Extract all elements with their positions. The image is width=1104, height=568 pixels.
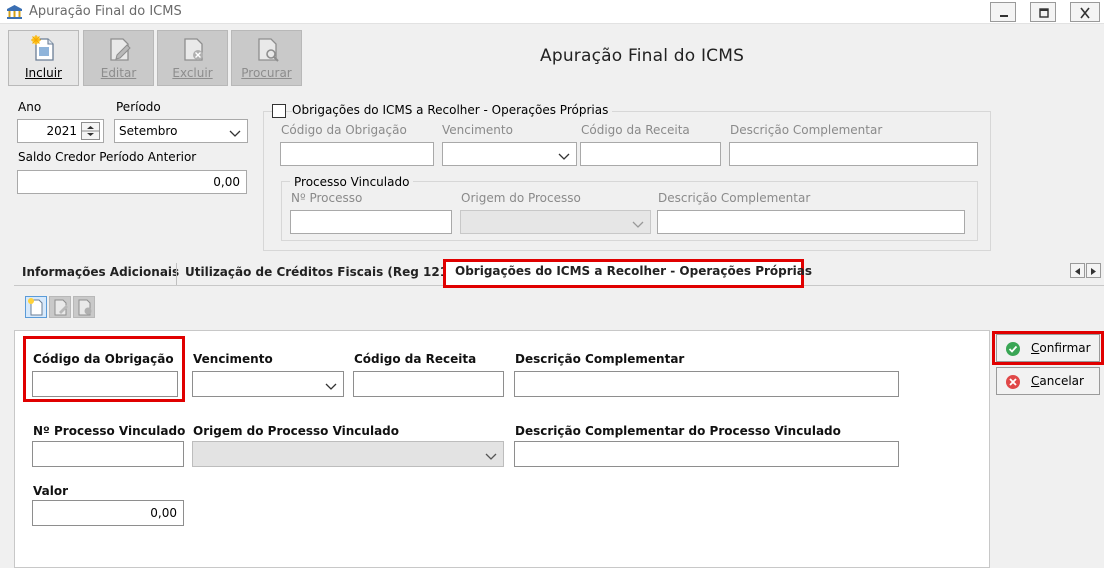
mini-edit-button[interactable] xyxy=(49,296,71,318)
saldo-value: 0,00 xyxy=(213,175,240,189)
processo-origem-select[interactable] xyxy=(460,210,651,234)
ano-value: 2021 xyxy=(46,124,77,138)
procurar-label: Procurar xyxy=(241,66,292,80)
descricao-processo-input[interactable] xyxy=(514,441,899,467)
chevron-down-icon xyxy=(325,380,337,394)
periodo-label: Período xyxy=(116,100,161,114)
window-title: Apuração Final do ICMS xyxy=(29,4,182,19)
processo-origem-label: Origem do Processo xyxy=(461,191,581,205)
cancelar-button[interactable]: Cancelar xyxy=(996,367,1100,395)
confirmar-label-rest: onfirmar xyxy=(1039,341,1091,355)
chevron-down-icon xyxy=(632,218,644,232)
tab-obrigacoes[interactable]: Obrigações do ICMS a Recolher - Operaçõe… xyxy=(455,264,812,278)
obrigacoes-checkbox[interactable] xyxy=(272,104,286,118)
chevron-down-icon xyxy=(229,127,241,141)
mini-delete-button[interactable] xyxy=(73,296,95,318)
tab-utilizacao-creditos[interactable]: Utilização de Créditos Fiscais (Reg 1210… xyxy=(185,265,462,279)
descricao-processo-label: Descrição Complementar do Processo Vincu… xyxy=(515,424,841,438)
vencimento-label: Vencimento xyxy=(193,352,273,366)
chevron-down-icon xyxy=(485,450,497,464)
editar-label: Editar xyxy=(100,66,137,80)
descricao-label-top: Descrição Complementar xyxy=(730,123,883,137)
excluir-button[interactable]: Excluir xyxy=(157,30,228,86)
processo-descricao-input[interactable] xyxy=(657,210,965,234)
check-circle-icon xyxy=(1005,341,1021,360)
confirmar-label: Confirmar xyxy=(1031,341,1091,355)
maximize-button[interactable] xyxy=(1030,2,1056,22)
editar-button[interactable]: Editar xyxy=(83,30,154,86)
minimize-button[interactable] xyxy=(990,2,1016,22)
cancelar-label-rest: ancelar xyxy=(1039,374,1084,388)
confirmar-button[interactable]: Confirmar xyxy=(996,334,1100,362)
mini-new-button[interactable] xyxy=(25,296,47,318)
tab-separator xyxy=(176,263,177,285)
vencimento-select-top[interactable] xyxy=(442,142,577,166)
processo-numero-input[interactable] xyxy=(290,210,452,234)
delete-document-icon xyxy=(179,35,207,63)
vencimento-label-top: Vencimento xyxy=(442,123,513,137)
processo-group-title: Processo Vinculado xyxy=(290,175,414,189)
valor-value: 0,00 xyxy=(150,506,177,520)
processo-vinculado-label: Nº Processo Vinculado xyxy=(33,424,186,438)
valor-label: Valor xyxy=(33,484,69,498)
processo-vinculado-input[interactable] xyxy=(32,441,184,467)
main-toolbar: Incluir Editar Excluir Procurar Apuração… xyxy=(0,24,1104,90)
app-building-icon xyxy=(6,4,23,20)
vencimento-select[interactable] xyxy=(192,371,344,397)
title-bar: Apuração Final do ICMS xyxy=(0,0,1104,24)
descricao-input-top[interactable] xyxy=(729,142,978,166)
processo-descricao-label: Descrição Complementar xyxy=(658,191,811,205)
page-title: Apuração Final do ICMS xyxy=(540,46,745,66)
tab-informacoes-adicionais[interactable]: Informações Adicionais xyxy=(22,265,179,279)
saldo-label: Saldo Credor Período Anterior xyxy=(18,150,197,164)
valor-input[interactable]: 0,00 xyxy=(32,500,184,526)
incluir-label: Incluir xyxy=(25,66,62,80)
codigo-receita-input[interactable] xyxy=(353,371,504,397)
origem-processo-label: Origem do Processo Vinculado xyxy=(193,424,400,438)
new-document-icon xyxy=(30,35,58,63)
obrigacoes-checkbox-label: Obrigações do ICMS a Recolher - Operaçõe… xyxy=(292,103,613,117)
descricao-complementar-label: Descrição Complementar xyxy=(515,352,685,366)
spin-buttons[interactable] xyxy=(81,122,100,140)
chevron-down-icon xyxy=(558,150,570,164)
ano-spinner[interactable]: 2021 xyxy=(17,119,104,143)
descricao-complementar-input[interactable] xyxy=(514,371,899,397)
cancel-circle-icon xyxy=(1005,374,1021,393)
ano-label: Ano xyxy=(18,100,42,114)
processo-numero-label: Nº Processo xyxy=(291,191,363,205)
search-document-icon xyxy=(253,35,281,63)
periodo-value: Setembro xyxy=(119,124,178,138)
incluir-button[interactable]: Incluir xyxy=(8,30,79,86)
origem-processo-select[interactable] xyxy=(192,441,504,467)
codigo-obrigacao-input[interactable] xyxy=(32,371,178,397)
codigo-obrigacao-label: Código da Obrigação xyxy=(33,352,174,366)
edit-document-icon xyxy=(105,35,133,63)
codigo-obrigacao-label-top: Código da Obrigação xyxy=(281,123,407,137)
close-button[interactable] xyxy=(1070,2,1100,22)
periodo-select[interactable]: Setembro xyxy=(114,119,248,143)
excluir-label: Excluir xyxy=(172,66,213,80)
cancelar-label: Cancelar xyxy=(1031,374,1084,388)
saldo-input[interactable]: 0,00 xyxy=(17,170,247,194)
codigo-receita-input-top[interactable] xyxy=(580,142,721,166)
procurar-button[interactable]: Procurar xyxy=(231,30,302,86)
tab-scroll-left-button[interactable] xyxy=(1070,263,1085,278)
codigo-obrigacao-input-top[interactable] xyxy=(280,142,434,166)
codigo-receita-label: Código da Receita xyxy=(354,352,477,366)
tab-scroll-right-button[interactable] xyxy=(1086,263,1101,278)
codigo-receita-label-top: Código da Receita xyxy=(581,123,690,137)
